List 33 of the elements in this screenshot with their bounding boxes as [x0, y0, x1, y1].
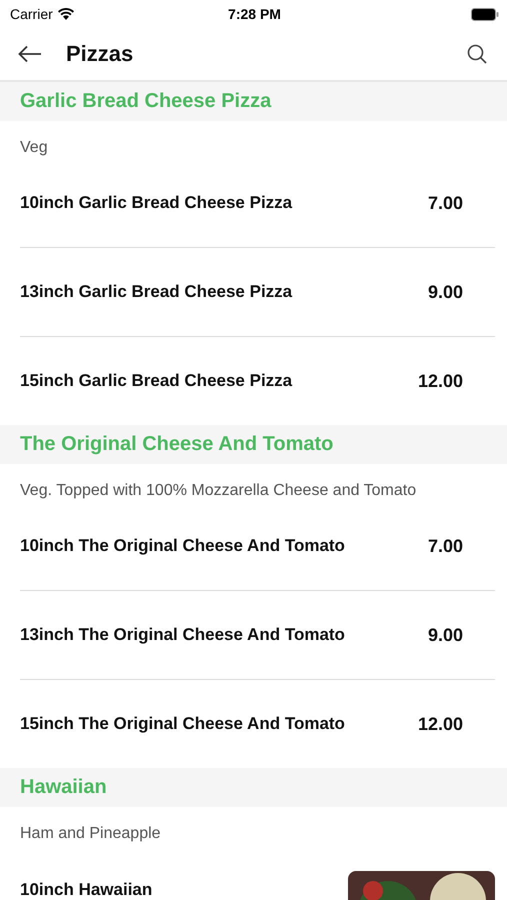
item-name: 13inch The Original Cheese And Tomato: [20, 624, 346, 646]
section-title: Hawaiian: [20, 776, 107, 799]
carrier-label: Carrier: [10, 6, 53, 22]
menu-item[interactable]: 10inch The Original Cheese And Tomato 7.00: [20, 502, 495, 591]
search-button[interactable]: [467, 44, 487, 64]
section-title: Garlic Bread Cheese Pizza: [20, 90, 272, 113]
wifi-icon: [58, 8, 74, 20]
item-price: 12.00: [418, 370, 464, 393]
item-name: 10inch The Original Cheese And Tomato: [20, 535, 346, 557]
item-name: 10inch Hawaiian: [20, 879, 154, 900]
menu-item[interactable]: 10inch Hawaiian: [20, 845, 495, 900]
menu-item[interactable]: 10inch Garlic Bread Cheese Pizza 7.00: [20, 159, 495, 248]
status-time: 7:28 PM: [228, 6, 281, 22]
item-price: 9.00: [428, 281, 464, 304]
item-price: 7.00: [428, 535, 464, 558]
section-description: Ham and Pineapple: [19, 824, 162, 844]
item-price: 12.00: [418, 713, 464, 736]
back-button[interactable]: [18, 45, 42, 63]
section-description: Veg: [19, 138, 49, 158]
menu-item[interactable]: 15inch Garlic Bread Cheese Pizza 12.00: [20, 337, 495, 425]
menu-item[interactable]: 15inch The Original Cheese And Tomato 12.00: [20, 680, 495, 768]
item-name: 10inch Garlic Bread Cheese Pizza: [20, 192, 294, 214]
item-name: 15inch The Original Cheese And Tomato: [20, 713, 346, 735]
menu-item[interactable]: 13inch Garlic Bread Cheese Pizza 9.00: [20, 248, 495, 337]
item-price: 7.00: [428, 192, 464, 215]
item-price: 9.00: [428, 624, 464, 647]
menu-item[interactable]: 13inch The Original Cheese And Tomato 9.00: [20, 591, 495, 680]
page-title: Pizzas: [66, 41, 134, 67]
item-name: 15inch Garlic Bread Cheese Pizza: [20, 370, 294, 392]
section-title: The Original Cheese And Tomato: [20, 433, 334, 456]
item-name: 13inch Garlic Bread Cheese Pizza: [20, 281, 294, 303]
section-description: Veg. Topped with 100% Mozzarella Cheese and Tomato: [19, 481, 418, 501]
battery-icon: [471, 8, 500, 20]
